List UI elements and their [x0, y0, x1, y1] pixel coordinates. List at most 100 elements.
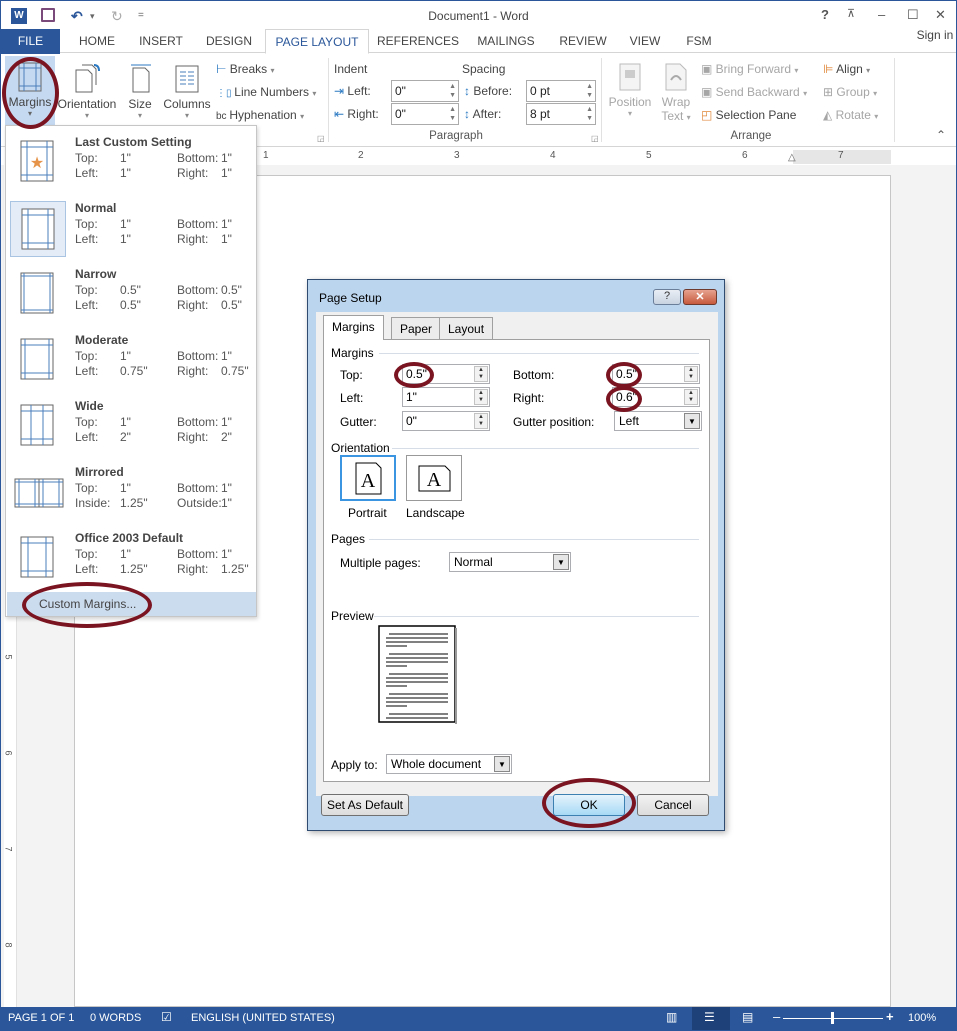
- preset-label: Right:: [177, 364, 209, 378]
- tab-design[interactable]: DESIGN: [199, 29, 259, 54]
- dropdown-arrow-icon[interactable]: ▼: [684, 413, 700, 429]
- preset-value: 1": [221, 217, 232, 231]
- margin-preset-mirrored[interactable]: Mirrored Top: 1" Bottom: 1" Inside: 1.25" Outsi…: [6, 460, 256, 526]
- tab-fsm[interactable]: FSM: [680, 29, 718, 54]
- page-count[interactable]: PAGE 1 OF 1: [8, 1012, 74, 1024]
- preset-label: Right:: [177, 562, 209, 576]
- dialog-tab-layout[interactable]: Layout: [439, 317, 494, 339]
- preset-label: Top:: [75, 217, 98, 231]
- preset-value: 2": [120, 430, 131, 444]
- tab-home[interactable]: HOME: [67, 29, 127, 54]
- dialog-help-button[interactable]: ?: [653, 289, 681, 305]
- page-setup-launcher-icon[interactable]: ◲: [317, 134, 325, 143]
- group-button[interactable]: ⊞ Group ▾: [823, 85, 877, 99]
- spinner-icon[interactable]: ▲ ▼: [684, 389, 698, 405]
- tab-page-layout[interactable]: PAGE LAYOUT: [265, 29, 369, 54]
- columns-button[interactable]: Columns ▾: [161, 58, 213, 120]
- size-label: Size: [128, 97, 152, 111]
- preset-label: Bottom:: [177, 547, 219, 561]
- paragraph-launcher-icon[interactable]: ◲: [591, 134, 599, 143]
- dialog-tab-margins[interactable]: Margins: [323, 315, 384, 340]
- close-icon[interactable]: ✕: [935, 7, 946, 23]
- sign-in-link[interactable]: Sign in: [913, 23, 957, 48]
- breaks-button[interactable]: ⊢ Breaks ▾: [216, 62, 275, 76]
- tab-mailings[interactable]: MAILINGS: [471, 29, 541, 54]
- rotate-button[interactable]: ◭ Rotate ▾: [823, 108, 878, 122]
- spin-arrows-icon[interactable]: ▲ ▼: [449, 82, 456, 100]
- preset-value: 1": [120, 217, 131, 231]
- align-button[interactable]: ⊫ Align ▾: [823, 62, 870, 76]
- indent-left-text: Left:: [347, 84, 371, 98]
- indent-left-input[interactable]: 0" ▲ ▼: [391, 80, 459, 102]
- tab-file[interactable]: FILE: [1, 29, 60, 54]
- spacing-before-input[interactable]: 0 pt ▲ ▼: [526, 80, 596, 102]
- left-margin-input[interactable]: 1" ▲ ▼: [402, 387, 490, 407]
- indent-right-input[interactable]: 0" ▲ ▼: [391, 103, 459, 125]
- spin-arrows-icon[interactable]: ▲ ▼: [449, 105, 456, 123]
- top-label: Top:: [340, 368, 363, 382]
- preview-section-label: Preview: [331, 609, 374, 623]
- columns-icon: [175, 65, 199, 93]
- ribbon-display-options-icon[interactable]: ⊼: [847, 7, 855, 20]
- spinner-icon[interactable]: ▲ ▼: [474, 389, 488, 405]
- orientation-button[interactable]: Orientation ▾: [57, 58, 117, 120]
- spinner-icon[interactable]: ▲ ▼: [474, 366, 488, 382]
- dialog-body: Margins Paper Layout Margins Top: 0.5" ▲ ▼…: [316, 312, 718, 796]
- tab-references[interactable]: REFERENCES: [377, 29, 459, 54]
- tab-review[interactable]: REVIEW: [554, 29, 612, 54]
- ruler-number: 1: [263, 150, 269, 161]
- zoom-out-button[interactable]: –: [773, 1009, 780, 1024]
- read-mode-icon[interactable]: ▥: [666, 1010, 677, 1024]
- zoom-slider-thumb[interactable]: [831, 1012, 834, 1024]
- apply-to-label: Apply to:: [331, 758, 378, 772]
- margin-preset-last-custom-setting[interactable]: ★ Last Custom Setting Top: 1" Bottom: 1" Left:…: [6, 130, 256, 196]
- tab-view[interactable]: VIEW: [623, 29, 667, 54]
- portrait-button[interactable]: A: [340, 455, 396, 501]
- spacing-after-input[interactable]: 8 pt ▲ ▼: [526, 103, 596, 125]
- preset-label: Left:: [75, 232, 99, 246]
- spin-arrows-icon[interactable]: ▲ ▼: [586, 105, 593, 123]
- selection-pane-button[interactable]: ◰ Selection Pane: [701, 108, 796, 122]
- help-icon[interactable]: ?: [821, 7, 829, 22]
- size-button[interactable]: Size ▾: [125, 58, 155, 120]
- word-count[interactable]: 0 WORDS: [90, 1012, 141, 1024]
- dialog-tab-paper[interactable]: Paper: [391, 317, 442, 339]
- language-indicator[interactable]: ENGLISH (UNITED STATES): [191, 1012, 335, 1024]
- cancel-button[interactable]: Cancel: [637, 794, 709, 816]
- minimize-icon[interactable]: –: [878, 7, 885, 22]
- dialog-close-button[interactable]: ✕: [683, 289, 717, 305]
- spinner-icon[interactable]: ▲ ▼: [684, 366, 698, 382]
- spinner-icon[interactable]: ▲ ▼: [474, 413, 488, 429]
- position-button[interactable]: Position ▾: [607, 58, 653, 118]
- hyphenation-button[interactable]: bc Hyphenation ▾: [216, 108, 304, 122]
- margin-preset-moderate[interactable]: Moderate Top: 1" Bottom: 1" Left: 0.75" Right: 0…: [6, 328, 256, 394]
- send-backward-button[interactable]: ▣ Send Backward ▾: [701, 85, 807, 99]
- dropdown-arrow-icon[interactable]: ▼: [553, 554, 569, 570]
- gutter-position-select[interactable]: Left ▼: [614, 411, 702, 431]
- dropdown-arrow-icon[interactable]: ▼: [494, 756, 510, 772]
- margin-preset-narrow[interactable]: Narrow Top: 0.5" Bottom: 0.5" Left: 0.5" Right:…: [6, 262, 256, 328]
- left-label: Left:: [340, 391, 364, 405]
- zoom-level[interactable]: 100%: [908, 1012, 936, 1024]
- window-title: Document1 - Word: [428, 9, 529, 23]
- bring-forward-button[interactable]: ▣ Bring Forward ▾: [701, 62, 798, 76]
- apply-to-select[interactable]: Whole document ▼: [386, 754, 512, 774]
- zoom-in-button[interactable]: +: [886, 1009, 894, 1024]
- landscape-button[interactable]: A: [406, 455, 462, 501]
- collapse-ribbon-icon[interactable]: ⌃: [936, 128, 946, 142]
- margin-preset-office-2003-default[interactable]: Office 2003 Default Top: 1" Bottom: 1" Left: 1…: [6, 526, 256, 592]
- print-layout-icon: ☰: [704, 1010, 715, 1024]
- tab-insert[interactable]: INSERT: [131, 29, 191, 54]
- spin-arrows-icon[interactable]: ▲ ▼: [586, 82, 593, 100]
- line-numbers-button[interactable]: ⋮▯ Line Numbers ▾: [216, 85, 316, 99]
- right-indent-marker[interactable]: △: [788, 152, 796, 163]
- wrap-text-button[interactable]: Wrap Text ▾: [658, 58, 694, 123]
- proofing-icon[interactable]: ☑: [161, 1010, 172, 1024]
- maximize-icon[interactable]: ☐: [907, 7, 919, 23]
- multiple-pages-select[interactable]: Normal ▼: [449, 552, 571, 572]
- margin-preset-normal[interactable]: Normal Top: 1" Bottom: 1" Left: 1" Right: 1": [6, 196, 256, 262]
- margin-preset-wide[interactable]: Wide Top: 1" Bottom: 1" Left: 2" Right: 2": [6, 394, 256, 460]
- set-as-default-button[interactable]: Set As Default: [321, 794, 409, 816]
- web-layout-icon[interactable]: ▤: [742, 1010, 753, 1024]
- gutter-input[interactable]: 0" ▲ ▼: [402, 411, 490, 431]
